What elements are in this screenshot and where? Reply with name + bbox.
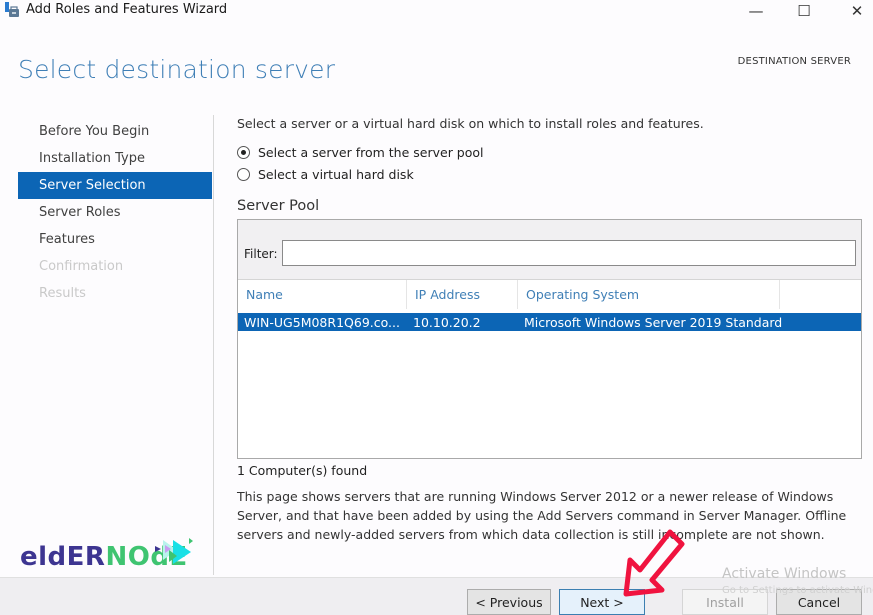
title-bar: Add Roles and Features Wizard — ☐ ✕ bbox=[0, 0, 873, 22]
cell-name: WIN-UG5M08R1Q69.co... bbox=[244, 314, 400, 330]
wizard-window: Add Roles and Features Wizard — ☐ ✕ Sele… bbox=[0, 0, 873, 615]
logo-play-triangles-icon bbox=[155, 538, 193, 564]
sidebar-item-results: Results bbox=[39, 286, 86, 301]
minimize-button[interactable]: — bbox=[733, 0, 779, 22]
option-server-pool[interactable]: Select a server from the server pool bbox=[237, 145, 857, 160]
column-header-operating-system[interactable]: Operating System bbox=[518, 280, 780, 309]
filter-input[interactable] bbox=[282, 240, 856, 266]
install-button: Install bbox=[682, 589, 768, 615]
wizard-steps-nav: Before You Begin Installation Type Serve… bbox=[18, 118, 212, 307]
column-header-ip-address[interactable]: IP Address bbox=[407, 280, 518, 309]
column-header-empty bbox=[780, 280, 861, 309]
sidebar-item-server-selection[interactable]: Server Selection bbox=[18, 172, 212, 199]
server-pool-heading: Server Pool bbox=[237, 198, 320, 214]
sidebar-item-installation-type[interactable]: Installation Type bbox=[18, 145, 212, 172]
maximize-icon: ☐ bbox=[797, 2, 811, 20]
intro-text: Select a server or a virtual hard disk o… bbox=[237, 116, 704, 131]
table-row[interactable]: WIN-UG5M08R1Q69.co... 10.10.20.2 Microso… bbox=[238, 313, 861, 331]
minimize-icon: — bbox=[748, 2, 764, 20]
maximize-button[interactable]: ☐ bbox=[781, 0, 827, 22]
logo-text-elder: eldER bbox=[20, 542, 106, 572]
sidebar-divider bbox=[213, 115, 214, 575]
computers-found-count: 1 Computer(s) found bbox=[237, 463, 368, 478]
next-button[interactable]: Next > bbox=[559, 589, 645, 615]
cell-operating-system: Microsoft Windows Server 2019 Standard bbox=[524, 314, 783, 330]
previous-button[interactable]: < Previous bbox=[467, 589, 551, 615]
option-virtual-hard-disk[interactable]: Select a virtual hard disk bbox=[237, 167, 857, 182]
sidebar-item-before-you-begin[interactable]: Before You Begin bbox=[18, 118, 212, 145]
sidebar-item-confirmation: Confirmation bbox=[39, 259, 124, 274]
server-pool-grid: Filter: Name IP Address Operating System… bbox=[237, 219, 862, 459]
cell-ip-address: 10.10.20.2 bbox=[413, 314, 481, 330]
info-description: This page shows servers that are running… bbox=[237, 489, 847, 542]
wizard-footer: < Previous Next > Install Cancel bbox=[0, 577, 873, 615]
window-title: Add Roles and Features Wizard bbox=[26, 2, 228, 17]
filter-label: Filter: bbox=[244, 247, 278, 261]
destination-server-label: DESTINATION SERVER bbox=[737, 56, 851, 67]
cancel-button[interactable]: Cancel bbox=[776, 589, 862, 615]
sidebar-item-server-roles[interactable]: Server Roles bbox=[18, 199, 212, 226]
filter-bar: Filter: bbox=[238, 220, 861, 280]
grid-header: Name IP Address Operating System bbox=[238, 280, 861, 310]
option-virtual-hard-disk-label: Select a virtual hard disk bbox=[258, 167, 414, 182]
close-icon: ✕ bbox=[850, 2, 864, 20]
main-content: Select a server or a virtual hard disk o… bbox=[237, 116, 862, 544]
radio-selected-dot bbox=[241, 150, 246, 155]
radio-server-pool[interactable] bbox=[237, 146, 250, 159]
page-title: Select destination server bbox=[18, 55, 336, 84]
radio-virtual-hard-disk[interactable] bbox=[237, 168, 250, 181]
server-manager-icon bbox=[5, 2, 19, 17]
option-server-pool-label: Select a server from the server pool bbox=[258, 145, 484, 160]
sidebar-item-features[interactable]: Features bbox=[18, 226, 212, 253]
column-header-name[interactable]: Name bbox=[238, 280, 407, 309]
close-button[interactable]: ✕ bbox=[834, 0, 873, 22]
eldernode-logo: eldERNOdE bbox=[20, 538, 195, 574]
